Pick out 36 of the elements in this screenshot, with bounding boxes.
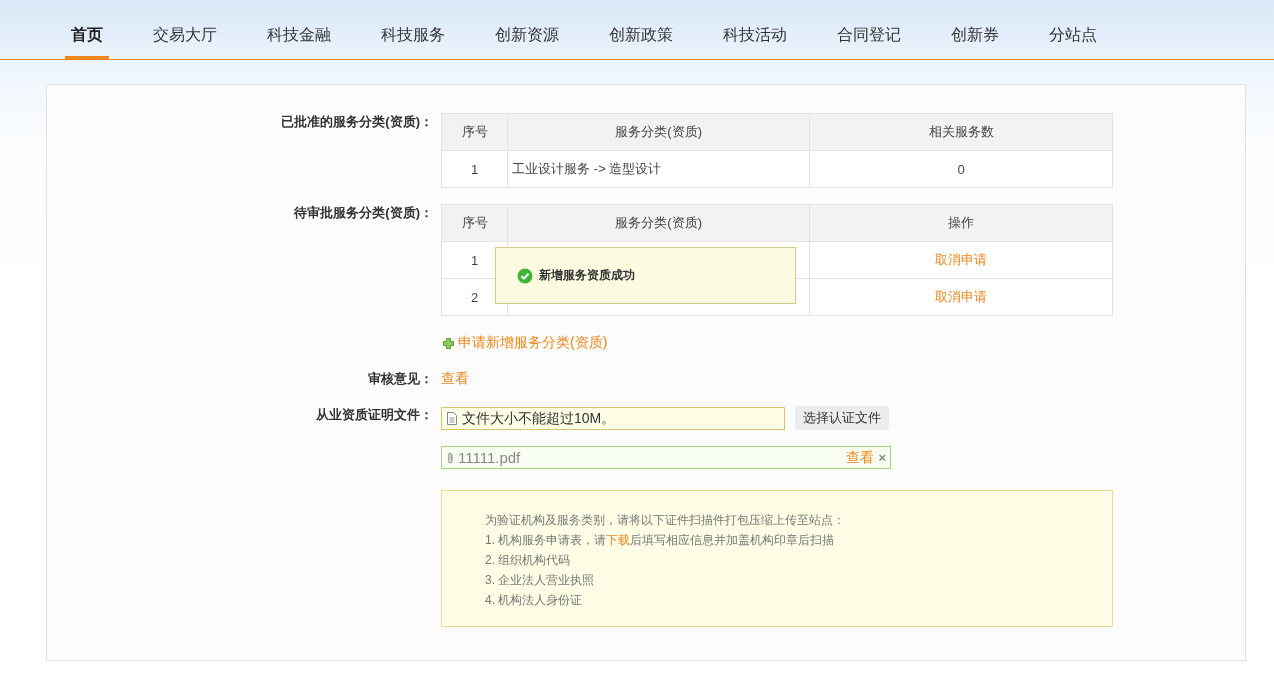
- table-cell: 0: [809, 150, 1113, 188]
- file-input-field[interactable]: 文件大小不能超过10M。: [441, 406, 785, 430]
- notice-item: 4. 机构法人身份证: [485, 592, 584, 609]
- toast-message: 新增服务资质成功: [539, 267, 635, 284]
- plus-icon: [443, 337, 454, 349]
- file-name: 11111.pdf: [458, 449, 522, 466]
- column-header: 操作: [809, 204, 1113, 242]
- column-header: 相关服务数: [809, 113, 1113, 151]
- nav-tab[interactable]: 创新政策: [603, 0, 679, 59]
- choose-file-button[interactable]: 选择认证文件: [795, 406, 889, 430]
- nav-tab[interactable]: 科技服务: [375, 0, 451, 59]
- paperclip-icon: [447, 451, 454, 464]
- nav-tab[interactable]: 合同登记: [831, 0, 907, 59]
- notice-item: 1. 机构服务申请表，请下载后填写相应信息并加盖机构印章后扫描: [485, 532, 836, 549]
- nav-tab[interactable]: 创新资源: [489, 0, 565, 59]
- field-label: 审核意见：: [367, 370, 433, 388]
- column-header: 序号: [441, 113, 508, 151]
- nav-tab[interactable]: 交易大厅: [147, 0, 223, 59]
- field-label: 从业资质证明文件：: [315, 406, 433, 424]
- nav-tab[interactable]: 科技活动: [717, 0, 793, 59]
- check-circle-icon: [517, 267, 533, 284]
- nav-tab[interactable]: 创新券: [945, 0, 1005, 59]
- notice-item: 3. 企业法人营业执照: [485, 572, 596, 589]
- table-cell: 1: [441, 150, 508, 188]
- field-label: 待审批服务分类(资质)：: [293, 204, 433, 222]
- nav-tab[interactable]: 分站点: [1043, 0, 1103, 59]
- remove-icon[interactable]: ×: [878, 450, 886, 465]
- nav-tab[interactable]: 科技金融: [261, 0, 337, 59]
- nav-tab[interactable]: 首页: [65, 0, 109, 59]
- column-header: 服务分类(资质): [507, 204, 810, 242]
- field-label: 已批准的服务分类(资质)：: [280, 113, 433, 131]
- notice-intro: 为验证机构及服务类别，请将以下证件扫描件打包压缩上传至站点：: [485, 512, 846, 529]
- table-cell: 工业设计服务 -> 造型设计: [507, 150, 810, 188]
- column-header: 服务分类(资质): [507, 113, 810, 151]
- column-header: 序号: [441, 204, 508, 242]
- notice-item: 2. 组织机构代码: [485, 552, 572, 569]
